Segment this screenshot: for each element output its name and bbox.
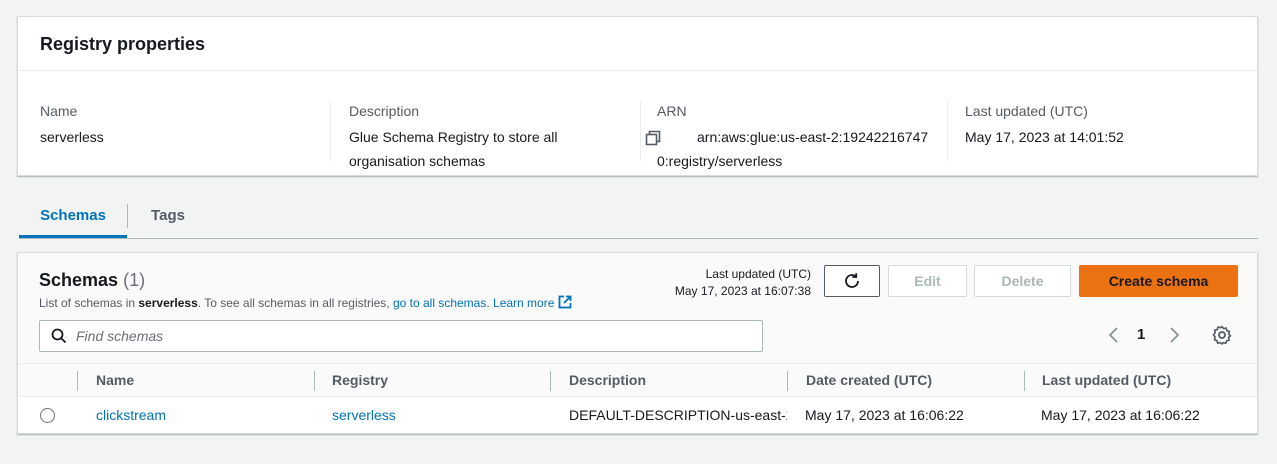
tab-schemas[interactable]: Schemas [19, 196, 127, 238]
schemas-title: Schemas (1) [39, 268, 145, 292]
table-header: Name Registry Description Date created (… [18, 363, 1257, 397]
go-to-all-schemas-link[interactable]: go to all schemas. [393, 296, 490, 310]
schemas-description-suffix: . To see all schemas in all registries, [197, 296, 393, 310]
edit-button[interactable]: Edit [888, 265, 967, 297]
registry-properties-panel: Registry properties Name serverless Desc… [17, 16, 1258, 176]
tab-tags[interactable]: Tags [129, 196, 207, 238]
chevron-right-icon[interactable] [1164, 325, 1184, 345]
table-row[interactable]: clickstream serverless DEFAULT-DESCRIPTI… [18, 397, 1257, 433]
column-separator[interactable] [550, 371, 551, 391]
schema-description: DEFAULT-DESCRIPTION-us-east-2 [569, 407, 787, 423]
schemas-last-updated: Last updated (UTC) May 17, 2023 at 16:07… [675, 266, 811, 300]
tab-separator [127, 204, 128, 228]
schema-last-updated: May 17, 2023 at 16:06:22 [1041, 407, 1200, 423]
schemas-title-text: Schemas [39, 270, 119, 290]
search-input[interactable] [76, 326, 746, 346]
search-icon [51, 328, 67, 344]
schema-name-link[interactable]: clickstream [96, 397, 306, 433]
column-header-last-updated[interactable]: Last updated (UTC) [1042, 364, 1171, 396]
property-last-updated-value: May 17, 2023 at 14:01:52 [965, 129, 1124, 145]
chevron-left-icon[interactable] [1104, 325, 1124, 345]
registry-properties-header: Registry properties [18, 17, 1257, 71]
learn-more-link[interactable]: Learn more [493, 295, 572, 310]
refresh-icon [845, 273, 859, 288]
column-separator[interactable] [787, 371, 788, 391]
column-divider [330, 101, 331, 161]
registry-properties-title: Registry properties [40, 34, 206, 54]
create-schema-button[interactable]: Create schema [1079, 265, 1238, 297]
column-divider [947, 101, 948, 161]
column-header-date-created[interactable]: Date created (UTC) [806, 364, 932, 396]
search-box[interactable] [39, 320, 763, 352]
property-last-updated-label: Last updated (UTC) [965, 103, 1088, 119]
property-arn-value-wrap: arn:aws:glue:us-east-2:192422167470:regi… [645, 125, 937, 173]
external-link-icon [558, 295, 572, 309]
column-header-name[interactable]: Name [96, 364, 134, 396]
schemas-last-updated-value: May 17, 2023 at 16:07:38 [674, 284, 811, 298]
column-separator[interactable] [314, 371, 315, 391]
row-select-radio[interactable] [40, 408, 55, 423]
property-arn-label: ARN [657, 103, 687, 119]
property-name: Name serverless [40, 101, 320, 175]
property-arn-value: arn:aws:glue:us-east-2:192422167470:regi… [657, 129, 929, 169]
column-separator[interactable] [1024, 371, 1025, 391]
learn-more-link-text: Learn more [493, 296, 555, 310]
property-name-value: serverless [40, 129, 104, 145]
property-name-label: Name [40, 103, 78, 119]
schemas-description: List of schemas in serverless. To see al… [39, 295, 572, 311]
column-separator [77, 371, 78, 391]
property-description-value: Glue Schema Registry to store all organi… [349, 129, 558, 169]
delete-button[interactable]: Delete [974, 265, 1071, 297]
property-last-updated: Last updated (UTC) May 17, 2023 at 14:01… [965, 101, 1245, 175]
schemas-last-updated-label: Last updated (UTC) [705, 267, 811, 281]
schemas-description-registry: serverless [138, 296, 198, 310]
tabs-bar: Schemas Tags [19, 196, 1258, 239]
property-description: Description Glue Schema Registry to stor… [349, 101, 639, 175]
property-arn: ARN arn:aws:glue:us-east-2:192422167470:… [645, 101, 947, 175]
registry-properties-columns: Name serverless Description Glue Schema … [18, 87, 1257, 177]
refresh-button[interactable] [824, 265, 880, 297]
schemas-panel: Schemas (1) List of schemas in serverles… [17, 252, 1258, 434]
copy-icon[interactable] [645, 129, 661, 146]
registry-link[interactable]: serverless [332, 397, 542, 433]
property-description-label: Description [349, 103, 420, 119]
schema-date-created: May 17, 2023 at 16:06:22 [805, 407, 964, 423]
column-divider [640, 101, 641, 161]
column-header-registry[interactable]: Registry [332, 364, 388, 396]
schemas-description-prefix: List of schemas in [39, 296, 139, 310]
schemas-count: (1) [123, 270, 146, 290]
current-page-number[interactable]: 1 [1137, 325, 1145, 345]
column-header-description[interactable]: Description [569, 364, 646, 396]
gear-icon[interactable] [1212, 325, 1232, 345]
